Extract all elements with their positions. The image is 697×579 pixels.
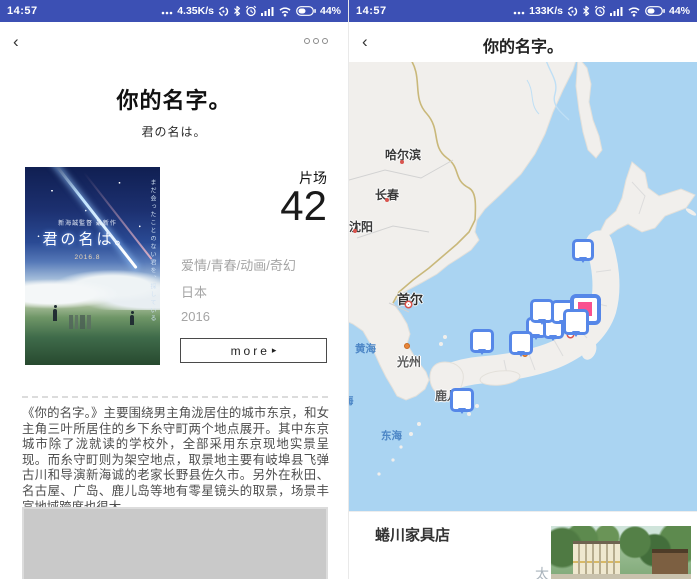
map-marker[interactable] — [450, 388, 474, 412]
poster-skyline — [69, 315, 99, 329]
poi-title: 蜷川家具店 — [375, 524, 450, 545]
back-chevron-icon[interactable]: ‹ — [13, 31, 19, 53]
map-label-sea: 黄海 — [355, 341, 376, 356]
poster-figure-boy — [53, 309, 57, 321]
network-speed: 133K/s — [529, 5, 563, 17]
nav-bar: ‹ 你的名字。 — [349, 22, 697, 62]
map-marker[interactable] — [563, 309, 589, 335]
movie-genres: 爱情/青春/动画/奇幻 — [181, 255, 296, 274]
overflow-menu-icon[interactable] — [304, 38, 328, 44]
more-button-label: more — [231, 344, 270, 358]
movie-poster[interactable]: 新海誠監督 最新作 君の名は。 2016.8 まだ会ったことのない君を、探してい… — [25, 167, 160, 365]
signal-icon — [610, 6, 623, 17]
map-overlay-layer: 哈尔滨长春沈阳首尔光州鹿儿岛黄海东海海 — [349, 62, 697, 511]
battery-icon — [645, 6, 665, 16]
notification-dots-icon — [161, 6, 173, 16]
poster-title: 君の名は。 — [25, 228, 150, 249]
page-title: 你的名字。 — [0, 83, 348, 115]
poi-card[interactable]: 蜷川家具店 太 — [349, 511, 697, 579]
data-saver-icon — [567, 6, 578, 17]
map-label-sea: 海 — [349, 393, 354, 408]
more-arrow-icon: ▸ — [272, 345, 277, 356]
map-marker[interactable] — [470, 329, 494, 353]
map-poi-dot — [385, 198, 389, 202]
map-poi-dot — [406, 302, 411, 307]
wifi-icon — [627, 6, 641, 17]
poster-date: 2016.8 — [25, 254, 150, 261]
dual-screenshot: 14:57 4.35K/s 44% ‹ 你的名字。 君の名は。 — [0, 0, 697, 579]
map-canvas[interactable]: 哈尔滨长春沈阳首尔光州鹿儿岛黄海东海海 — [349, 62, 697, 511]
poster-credit: 新海誠監督 最新作 — [25, 218, 150, 227]
movie-year: 2016 — [181, 309, 210, 324]
clock: 14:57 — [356, 5, 387, 17]
poster-tagline: まだ会ったことのない君を、探している — [148, 179, 157, 323]
map-label-city: 沈阳 — [349, 218, 373, 235]
movie-country: 日本 — [181, 282, 207, 301]
page-subtitle: 君の名は。 — [0, 123, 348, 140]
status-icons: 4.35K/s 44% — [161, 5, 341, 17]
poi-thumbnail — [551, 526, 691, 579]
status-bar: 14:57 4.35K/s 44% — [0, 0, 348, 22]
notification-dots-icon — [513, 6, 525, 16]
scene-count-value: 42 — [180, 184, 327, 228]
movie-description: 《你的名字。》主要围绕男主角泷居住的城市东京，和女主角三叶所居住的乡下糸守町两个… — [22, 406, 329, 515]
map-label-town: 光州 — [397, 353, 421, 370]
network-speed: 4.35K/s — [177, 5, 214, 17]
status-icons: 133K/s 44% — [513, 5, 690, 17]
poster-clouds — [25, 270, 160, 310]
clock: 14:57 — [7, 5, 38, 17]
more-button[interactable]: more ▸ — [180, 338, 327, 363]
status-bar: 14:57 133K/s 44% — [349, 0, 697, 22]
bluetooth-icon — [582, 5, 590, 17]
bluetooth-icon — [233, 5, 241, 17]
data-saver-icon — [218, 6, 229, 17]
map-marker[interactable] — [509, 331, 533, 355]
poster-stars — [25, 167, 160, 365]
nav-bar: ‹ — [0, 22, 348, 62]
map-screen: 14:57 133K/s 44% ‹ 你的名字。 — [349, 0, 697, 579]
dashed-divider — [22, 396, 328, 398]
alarm-icon — [245, 5, 257, 17]
poster-figure-girl — [130, 315, 134, 325]
thumbnail-building — [573, 541, 619, 574]
map-label-sea: 东海 — [381, 428, 402, 443]
map-poi-dot — [404, 343, 410, 349]
nav-title: 你的名字。 — [349, 33, 697, 57]
alarm-icon — [594, 5, 606, 17]
poi-watermark: 太 — [535, 564, 549, 579]
wifi-icon — [278, 6, 292, 17]
map-poi-dot — [400, 160, 404, 164]
placeholder-block — [22, 507, 328, 579]
movie-detail-screen: 14:57 4.35K/s 44% ‹ 你的名字。 君の名は。 — [0, 0, 349, 579]
map-marker[interactable] — [572, 239, 594, 261]
battery-percent: 44% — [320, 5, 341, 17]
battery-percent: 44% — [669, 5, 690, 17]
thumbnail-road — [551, 574, 691, 579]
signal-icon — [261, 6, 274, 17]
battery-icon — [296, 6, 316, 16]
map-poi-dot — [353, 229, 357, 233]
